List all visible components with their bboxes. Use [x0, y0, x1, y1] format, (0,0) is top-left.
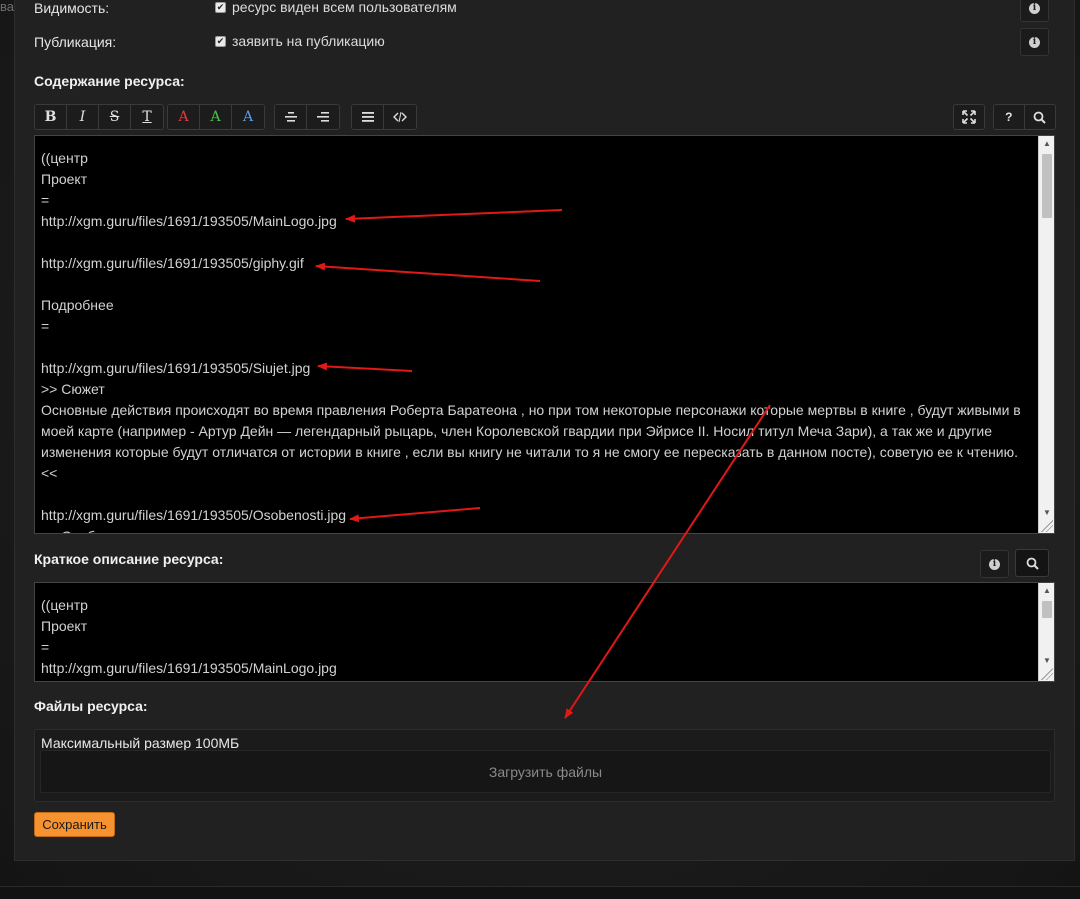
align-center-button[interactable] — [275, 105, 307, 129]
resize-grip[interactable] — [1041, 668, 1053, 680]
content-editor-text[interactable]: ((центр Проект = http://xgm.guru/files/1… — [41, 148, 1032, 533]
info-icon: i — [1029, 2, 1040, 14]
scroll-down-arrow[interactable]: ▼ — [1039, 505, 1054, 519]
align-center-icon — [284, 112, 297, 122]
upload-files-button[interactable]: Загрузить файлы — [40, 750, 1051, 793]
publication-row: ✔ заявить на публикацию — [215, 33, 385, 49]
resize-grip[interactable] — [1041, 520, 1053, 532]
visibility-checkbox-label[interactable]: ресурс виден всем пользователям — [232, 0, 457, 15]
files-section-title: Файлы ресурса: — [34, 698, 148, 714]
help-search-group: ? — [993, 104, 1056, 130]
code-button[interactable] — [384, 105, 416, 129]
clear-format-button[interactable]: T — [131, 105, 163, 129]
misc-toolbar-group — [351, 104, 417, 130]
scroll-thumb[interactable] — [1042, 601, 1052, 618]
search-icon — [1026, 557, 1039, 570]
save-button[interactable]: Сохранить — [34, 812, 115, 837]
scroll-thumb[interactable] — [1042, 154, 1052, 218]
publication-checkbox-label[interactable]: заявить на публикацию — [232, 33, 385, 49]
short-description-scrollbar[interactable]: ▲ ▼ — [1038, 583, 1054, 681]
help-button[interactable]: ? — [994, 105, 1025, 129]
format-toolbar-group: B I S T — [34, 104, 164, 130]
info-icon: i — [989, 558, 1000, 570]
red-color-button[interactable]: A — [168, 105, 200, 129]
scroll-down-arrow[interactable]: ▼ — [1039, 653, 1054, 667]
short-description-editor[interactable]: ((центр Проект = http://xgm.guru/files/1… — [34, 582, 1055, 682]
align-right-icon — [317, 112, 329, 122]
publication-checkbox[interactable]: ✔ — [215, 35, 226, 47]
scroll-up-arrow[interactable]: ▲ — [1039, 583, 1054, 597]
max-size-note: Максимальный размер 100МБ — [41, 735, 240, 751]
expand-icon — [962, 110, 976, 124]
visibility-info-button[interactable]: i — [1020, 0, 1049, 22]
list-button[interactable] — [352, 105, 384, 129]
green-color-button[interactable]: A — [200, 105, 232, 129]
visibility-checkbox[interactable]: ✔ — [215, 1, 226, 13]
scroll-up-arrow[interactable]: ▲ — [1039, 136, 1054, 150]
question-icon: ? — [1005, 110, 1013, 124]
files-upload-box: Максимальный размер 100МБ Загрузить файл… — [34, 729, 1055, 802]
strikethrough-button[interactable]: S — [99, 105, 131, 129]
short-description-preview-button[interactable] — [1015, 549, 1049, 577]
short-description-info-button[interactable]: i — [980, 550, 1009, 578]
visibility-label: Видимость: — [34, 0, 110, 16]
visibility-row: ✔ ресурс виден всем пользователям — [215, 0, 457, 15]
bottom-strip — [0, 886, 1080, 899]
list-icon — [361, 112, 374, 122]
align-toolbar-group — [274, 104, 340, 130]
content-section-title: Содержание ресурса: — [34, 73, 185, 89]
bold-button[interactable]: B — [35, 105, 67, 129]
align-right-button[interactable] — [307, 105, 339, 129]
short-description-text[interactable]: ((центр Проект = http://xgm.guru/files/1… — [41, 595, 1032, 679]
publication-info-button[interactable]: i — [1020, 28, 1049, 56]
info-icon: i — [1029, 36, 1040, 48]
publication-label: Публикация: — [34, 34, 117, 50]
code-icon — [393, 111, 407, 123]
italic-button[interactable]: I — [67, 105, 99, 129]
content-scrollbar[interactable]: ▲ ▼ — [1038, 136, 1054, 533]
fullscreen-button[interactable] — [953, 104, 985, 130]
short-description-title: Краткое описание ресурса: — [34, 551, 224, 567]
content-editor[interactable]: ((центр Проект = http://xgm.guru/files/1… — [34, 135, 1055, 534]
blue-color-button[interactable]: A — [232, 105, 264, 129]
search-icon — [1033, 111, 1046, 124]
color-toolbar-group: A A A — [167, 104, 265, 130]
preview-search-button[interactable] — [1024, 105, 1055, 129]
